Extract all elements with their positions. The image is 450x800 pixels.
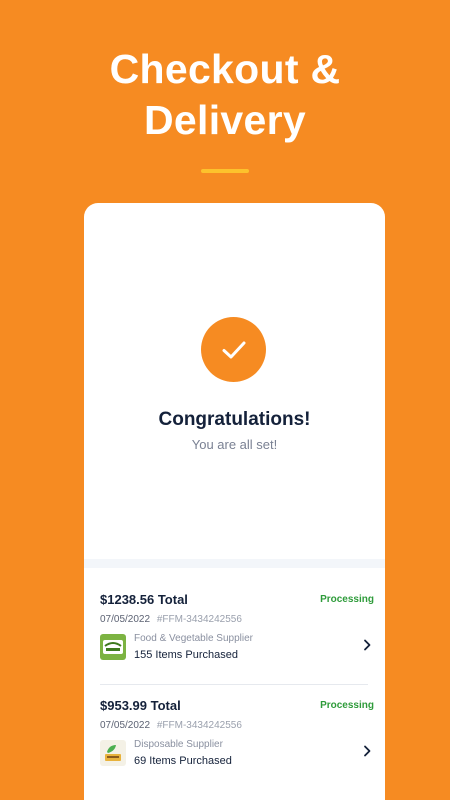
order-meta: 07/05/2022 #FFM-3434242556 (100, 720, 242, 731)
items-purchased: 69 Items Purchased (134, 755, 232, 767)
page-headline: Checkout & Delivery (0, 44, 450, 146)
order-summary-row[interactable]: $953.99 Total Processing 07/05/2022 #FFM… (100, 698, 374, 798)
headline-underline (201, 169, 249, 173)
checkout-card: Congratulations! You are all set! $1238.… (84, 203, 385, 800)
headline-line-2: Delivery (144, 97, 306, 143)
section-divider (84, 559, 385, 568)
order-total: $1238.56 Total (100, 592, 188, 607)
order-date: 07/05/2022 (100, 614, 151, 625)
chevron-right-icon[interactable] (360, 638, 374, 652)
order-status-badge: Processing (320, 700, 374, 711)
check-icon (222, 341, 245, 358)
order-status-badge: Processing (320, 594, 374, 605)
items-purchased: 155 Items Purchased (134, 649, 238, 661)
order-separator (100, 684, 368, 685)
supplier-logo (100, 634, 126, 660)
order-number: #FFM-3434242556 (156, 614, 242, 625)
supplier-name: Food & Vegetable Supplier (134, 633, 253, 644)
supplier-name: Disposable Supplier (134, 739, 223, 750)
order-meta: 07/05/2022 #FFM-3434242556 (100, 614, 242, 625)
order-summary-row[interactable]: $1238.56 Total Processing 07/05/2022 #FF… (100, 592, 374, 692)
chevron-right-icon[interactable] (360, 744, 374, 758)
supplier-logo (100, 740, 126, 766)
order-date: 07/05/2022 (100, 720, 151, 731)
order-total: $953.99 Total (100, 698, 181, 713)
order-number: #FFM-3434242556 (156, 720, 242, 731)
confirmation-title: Congratulations! (158, 409, 311, 430)
headline-line-1: Checkout & (109, 46, 341, 92)
success-badge (201, 317, 266, 382)
confirmation-subtitle: You are all set! (191, 437, 278, 452)
